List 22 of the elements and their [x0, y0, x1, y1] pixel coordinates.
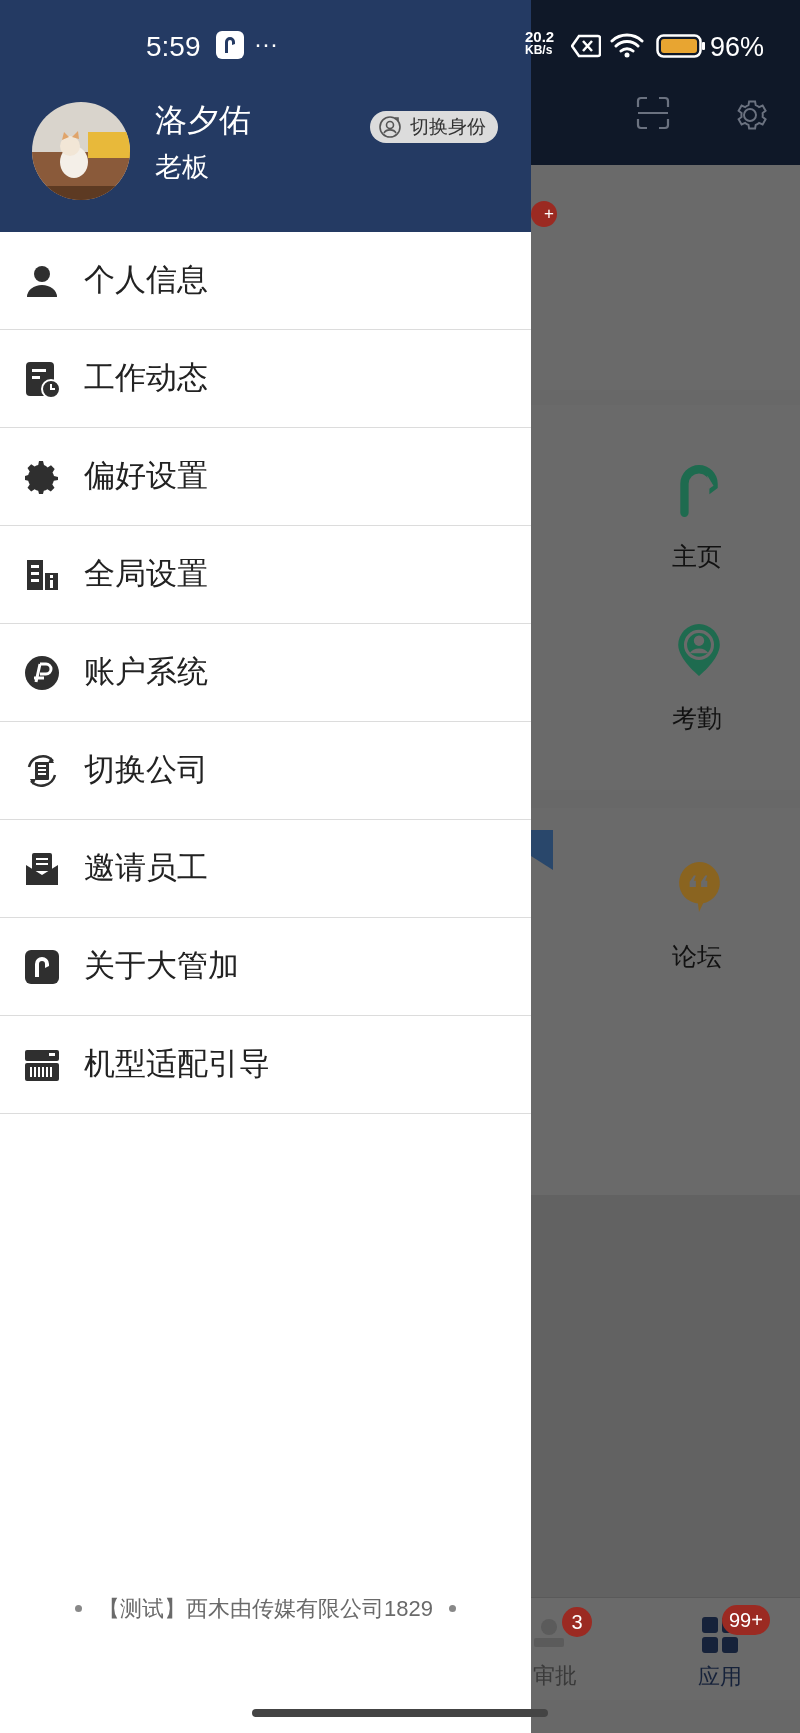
battery-icon — [656, 33, 706, 59]
wifi-icon — [610, 32, 644, 58]
scan-icon — [636, 96, 670, 130]
switch-identity-button[interactable]: 切换身份 — [370, 111, 498, 143]
stamp-icon — [534, 1618, 564, 1648]
user-name: 洛夕佑 — [155, 101, 251, 140]
network-speed: 20.2 — [525, 29, 555, 44]
switch-user-icon — [378, 115, 402, 139]
gear-icon — [24, 458, 60, 495]
document-clock-icon — [24, 360, 60, 397]
more-notifications: ··· — [254, 29, 278, 59]
currency-coin-icon — [24, 654, 60, 691]
user-role: 老板 — [155, 151, 209, 184]
app-logo-icon — [24, 948, 60, 985]
battery-percent: 96% — [710, 31, 765, 64]
no-sim-icon — [571, 34, 601, 58]
company-name: 【测试】西木由传媒有限公司1829 — [98, 1595, 433, 1623]
location-pin-icon — [675, 622, 723, 676]
app-notification-icon — [216, 31, 244, 59]
network-unit: KB/s — [525, 44, 553, 57]
clock: 5:59 — [146, 30, 201, 64]
envelope-icon — [24, 850, 60, 887]
